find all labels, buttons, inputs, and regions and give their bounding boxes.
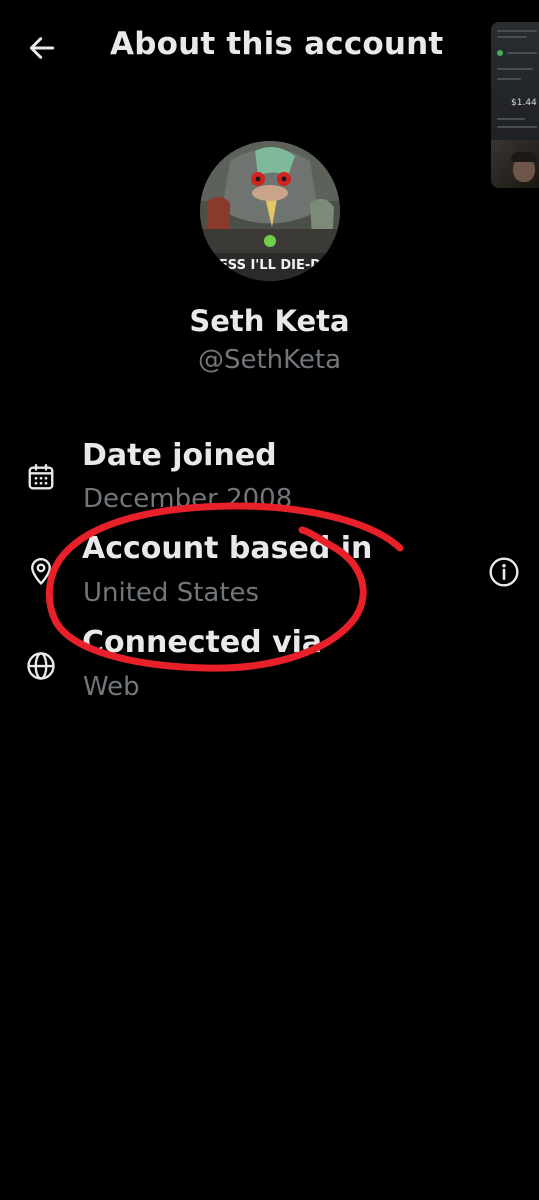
- pip-status-dot: [497, 50, 503, 56]
- back-button[interactable]: [22, 28, 62, 68]
- connected-via-label: Connected via: [82, 625, 323, 660]
- account-based-in-label: Account based in: [82, 531, 373, 566]
- arrow-left-icon: [29, 37, 55, 59]
- pip-price-text: $1.44: [511, 98, 537, 108]
- page-title: About this account: [110, 26, 444, 62]
- location-pin-icon: [23, 553, 59, 589]
- date-joined-value: December 2008: [83, 484, 293, 514]
- account-based-in-value: United States: [83, 578, 260, 608]
- display-name: Seth Keta: [189, 304, 350, 338]
- avatar-caption-text: ESS I'LL DIE-D: [219, 258, 321, 273]
- avatar-image: ESS I'LL DIE-D: [200, 141, 340, 281]
- handle: @SethKeta: [197, 345, 342, 375]
- globe-icon: [23, 648, 59, 684]
- header-bar: About this account: [0, 0, 539, 96]
- pip-video-overlay[interactable]: $1.44: [491, 22, 539, 188]
- calendar-icon: [23, 459, 59, 495]
- pip-camera-feed: [491, 140, 539, 188]
- info-button[interactable]: [487, 555, 521, 589]
- info-icon: [489, 557, 519, 587]
- connected-via-value: Web: [83, 672, 140, 702]
- avatar[interactable]: ESS I'LL DIE-D: [200, 141, 340, 281]
- date-joined-label: Date joined: [82, 438, 277, 473]
- pip-screen-content: $1.44: [491, 22, 539, 140]
